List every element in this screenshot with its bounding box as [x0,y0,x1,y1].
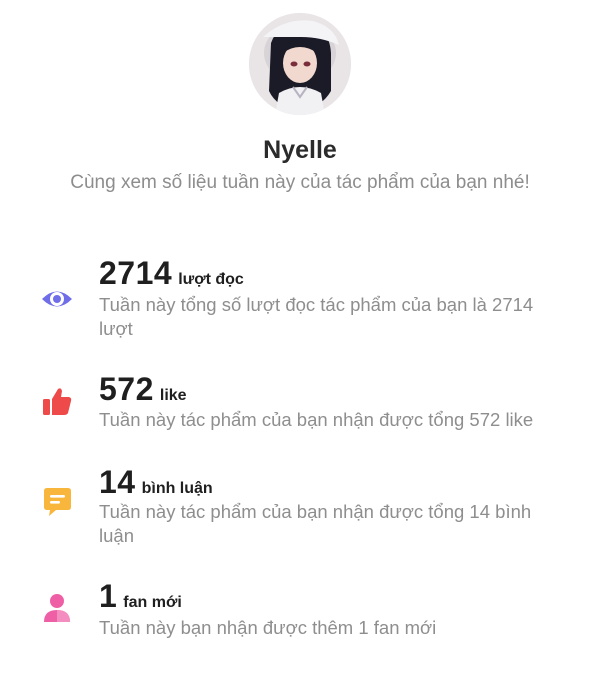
stat-headline: 14 bình luận [99,464,213,501]
fans-count: 1 [99,578,118,614]
thumbs-up-icon [40,385,74,419]
comment-icon [40,486,74,520]
comments-unit: bình luận [141,480,213,497]
avatar-image [249,13,351,115]
weekly-stats-subtitle: Cùng xem số liệu tuần này của tác phẩm c… [70,172,530,193]
reads-count: 2714 [99,255,173,291]
fans-unit: fan mới [123,594,182,611]
fans-description: Tuần này bạn nhận được thêm 1 fan mới [99,617,437,638]
reads-unit: lượt đọc [178,271,244,288]
person-icon [40,591,74,625]
likes-unit: like [159,387,187,404]
likes-count: 572 [99,371,154,407]
stat-headline: 572 like [99,371,187,408]
stat-headline: 1 fan mới [99,578,182,615]
avatar[interactable] [249,13,351,115]
username: Nyelle [263,136,337,164]
eye-icon [40,282,74,316]
comments-count: 14 [99,464,136,500]
likes-description: Tuần này tác phẩm của bạn nhận được tổng… [99,409,534,430]
reads-description: Tuần này tổng số lượt đọc tác phẩm của b… [99,294,534,339]
stat-headline: 2714 lượt đọc [99,255,244,292]
comments-description: Tuần này tác phẩm của bạn nhận được tổng… [99,501,532,546]
